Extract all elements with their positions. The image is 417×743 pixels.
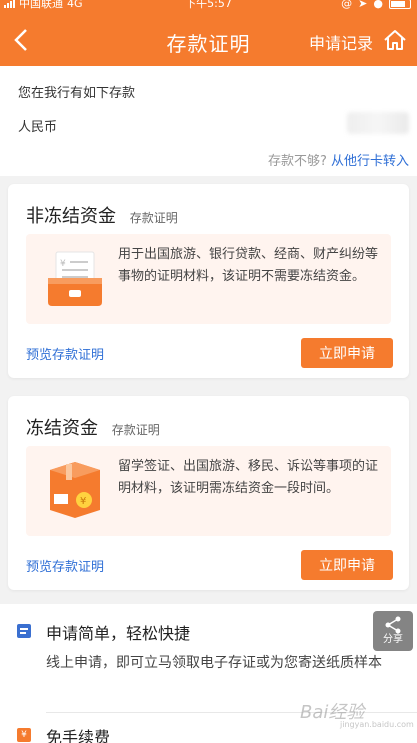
- deposit-intro-text: 您在我行有如下存款: [18, 86, 136, 101]
- document-icon: [17, 624, 31, 638]
- masked-balance: [347, 112, 409, 134]
- card-description-box: ¥ 留学签证、出国旅游、移民、诉讼等事项的证明材料，该证明需冻结资金一段时间。: [26, 446, 391, 536]
- card-title: 冻结资金: [26, 418, 98, 439]
- deposit-summary: 您在我行有如下存款 人民币 存款不够? 从他行卡转入: [0, 66, 417, 176]
- application-record-link[interactable]: 申请记录: [309, 30, 373, 54]
- card-title: 非冻结资金: [26, 206, 116, 227]
- certificate-tray-icon: ¥: [48, 251, 102, 306]
- share-icon: [385, 616, 401, 634]
- transfer-hint: 存款不够? 从他行卡转入: [268, 150, 409, 169]
- frozen-funds-card: 冻结资金 存款证明 ¥ 留学签证、出国旅游、移民、诉讼等事项的证明材料，该证明需…: [8, 396, 409, 590]
- apply-now-button[interactable]: 立即申请: [301, 550, 393, 580]
- yen-icon: ¥: [17, 728, 31, 742]
- feature-title: 免手续费: [46, 728, 111, 743]
- share-label: 分享: [383, 634, 403, 645]
- apply-now-button[interactable]: 立即申请: [301, 338, 393, 368]
- transfer-hint-question: 存款不够?: [267, 154, 327, 169]
- status-bar: 中国联通 4G 下午5:57 @ ➤ ●: [0, 0, 417, 13]
- svg-text:¥: ¥: [60, 259, 66, 269]
- card-description-box: ¥ 用于出国旅游、银行贷款、经商、财产纠纷等事物的证明材料，该证明不需要冻结资金…: [26, 234, 391, 324]
- preview-certificate-link[interactable]: 预览存款证明: [26, 556, 104, 575]
- alarm-icon: ●: [373, 0, 383, 10]
- card-subtitle: 存款证明: [111, 423, 160, 437]
- card-description: 留学签证、出国旅游、移民、诉讼等事项的证明材料，该证明需冻结资金一段时间。: [118, 459, 379, 496]
- card-description: 用于出国旅游、银行贷款、经商、财产纠纷等事物的证明材料，该证明不需要冻结资金。: [118, 247, 379, 284]
- app-header: 中国联通 4G 下午5:57 @ ➤ ● 存款证明 申请记录: [0, 0, 417, 66]
- preview-certificate-link[interactable]: 预览存款证明: [26, 344, 104, 363]
- sealed-box-icon: ¥: [50, 462, 100, 518]
- card-subtitle: 存款证明: [129, 211, 178, 225]
- feature-title: 申请简单，轻松快捷: [46, 624, 191, 643]
- home-icon[interactable]: [383, 28, 407, 52]
- battery-icon: [389, 0, 411, 9]
- lock-rotation-icon: @: [341, 0, 353, 10]
- watermark-url: jingyan.baidu.com: [340, 720, 414, 729]
- feature-description: 线上申请，即可立马领取电子存证或为您寄送纸质样本: [46, 655, 382, 671]
- location-icon: ➤: [358, 0, 368, 10]
- share-button[interactable]: 分享: [373, 611, 413, 651]
- watermark: Bai经验 jingyan.baidu.com: [300, 698, 414, 729]
- currency-label: 人民币: [18, 120, 58, 135]
- transfer-from-other-bank-link[interactable]: 从他行卡转入: [331, 154, 409, 169]
- svg-text:¥: ¥: [80, 496, 86, 507]
- unfrozen-funds-card: 非冻结资金 存款证明 ¥ 用于出国旅游、银行贷款、经商、财产纠纷等事物的证明材料…: [8, 184, 409, 378]
